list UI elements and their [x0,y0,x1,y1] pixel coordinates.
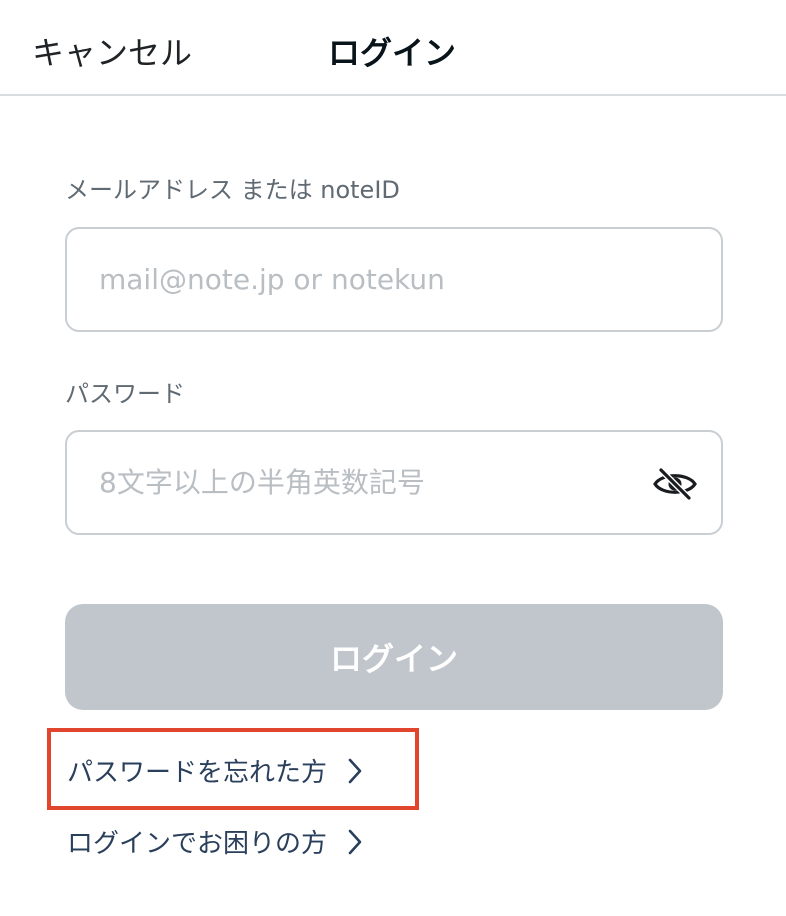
forgot-password-label: パスワードを忘れた方 [67,758,328,788]
login-help-label: ログインでお困りの方 [67,829,328,859]
email-field-container [65,227,723,332]
chevron-right-icon [347,829,363,855]
email-field[interactable] [99,229,639,330]
login-button[interactable]: ログイン [65,604,723,710]
header: キャンセル ログイン [0,0,786,96]
chevron-right-icon [347,758,363,784]
login-help-link[interactable]: ログインでお困りの方 [67,823,363,860]
password-field[interactable] [99,432,639,533]
page-title: ログイン [0,28,786,74]
password-field-container [65,430,723,535]
eye-slash-icon[interactable] [651,464,699,504]
page-title-text: ログイン [327,34,456,72]
email-label: メールアドレス または noteID [65,176,400,204]
password-label: パスワード [65,380,185,408]
login-screen: キャンセル ログイン メールアドレス または noteID パスワード ログイン… [0,0,786,916]
forgot-password-link[interactable]: パスワードを忘れた方 [67,752,363,789]
